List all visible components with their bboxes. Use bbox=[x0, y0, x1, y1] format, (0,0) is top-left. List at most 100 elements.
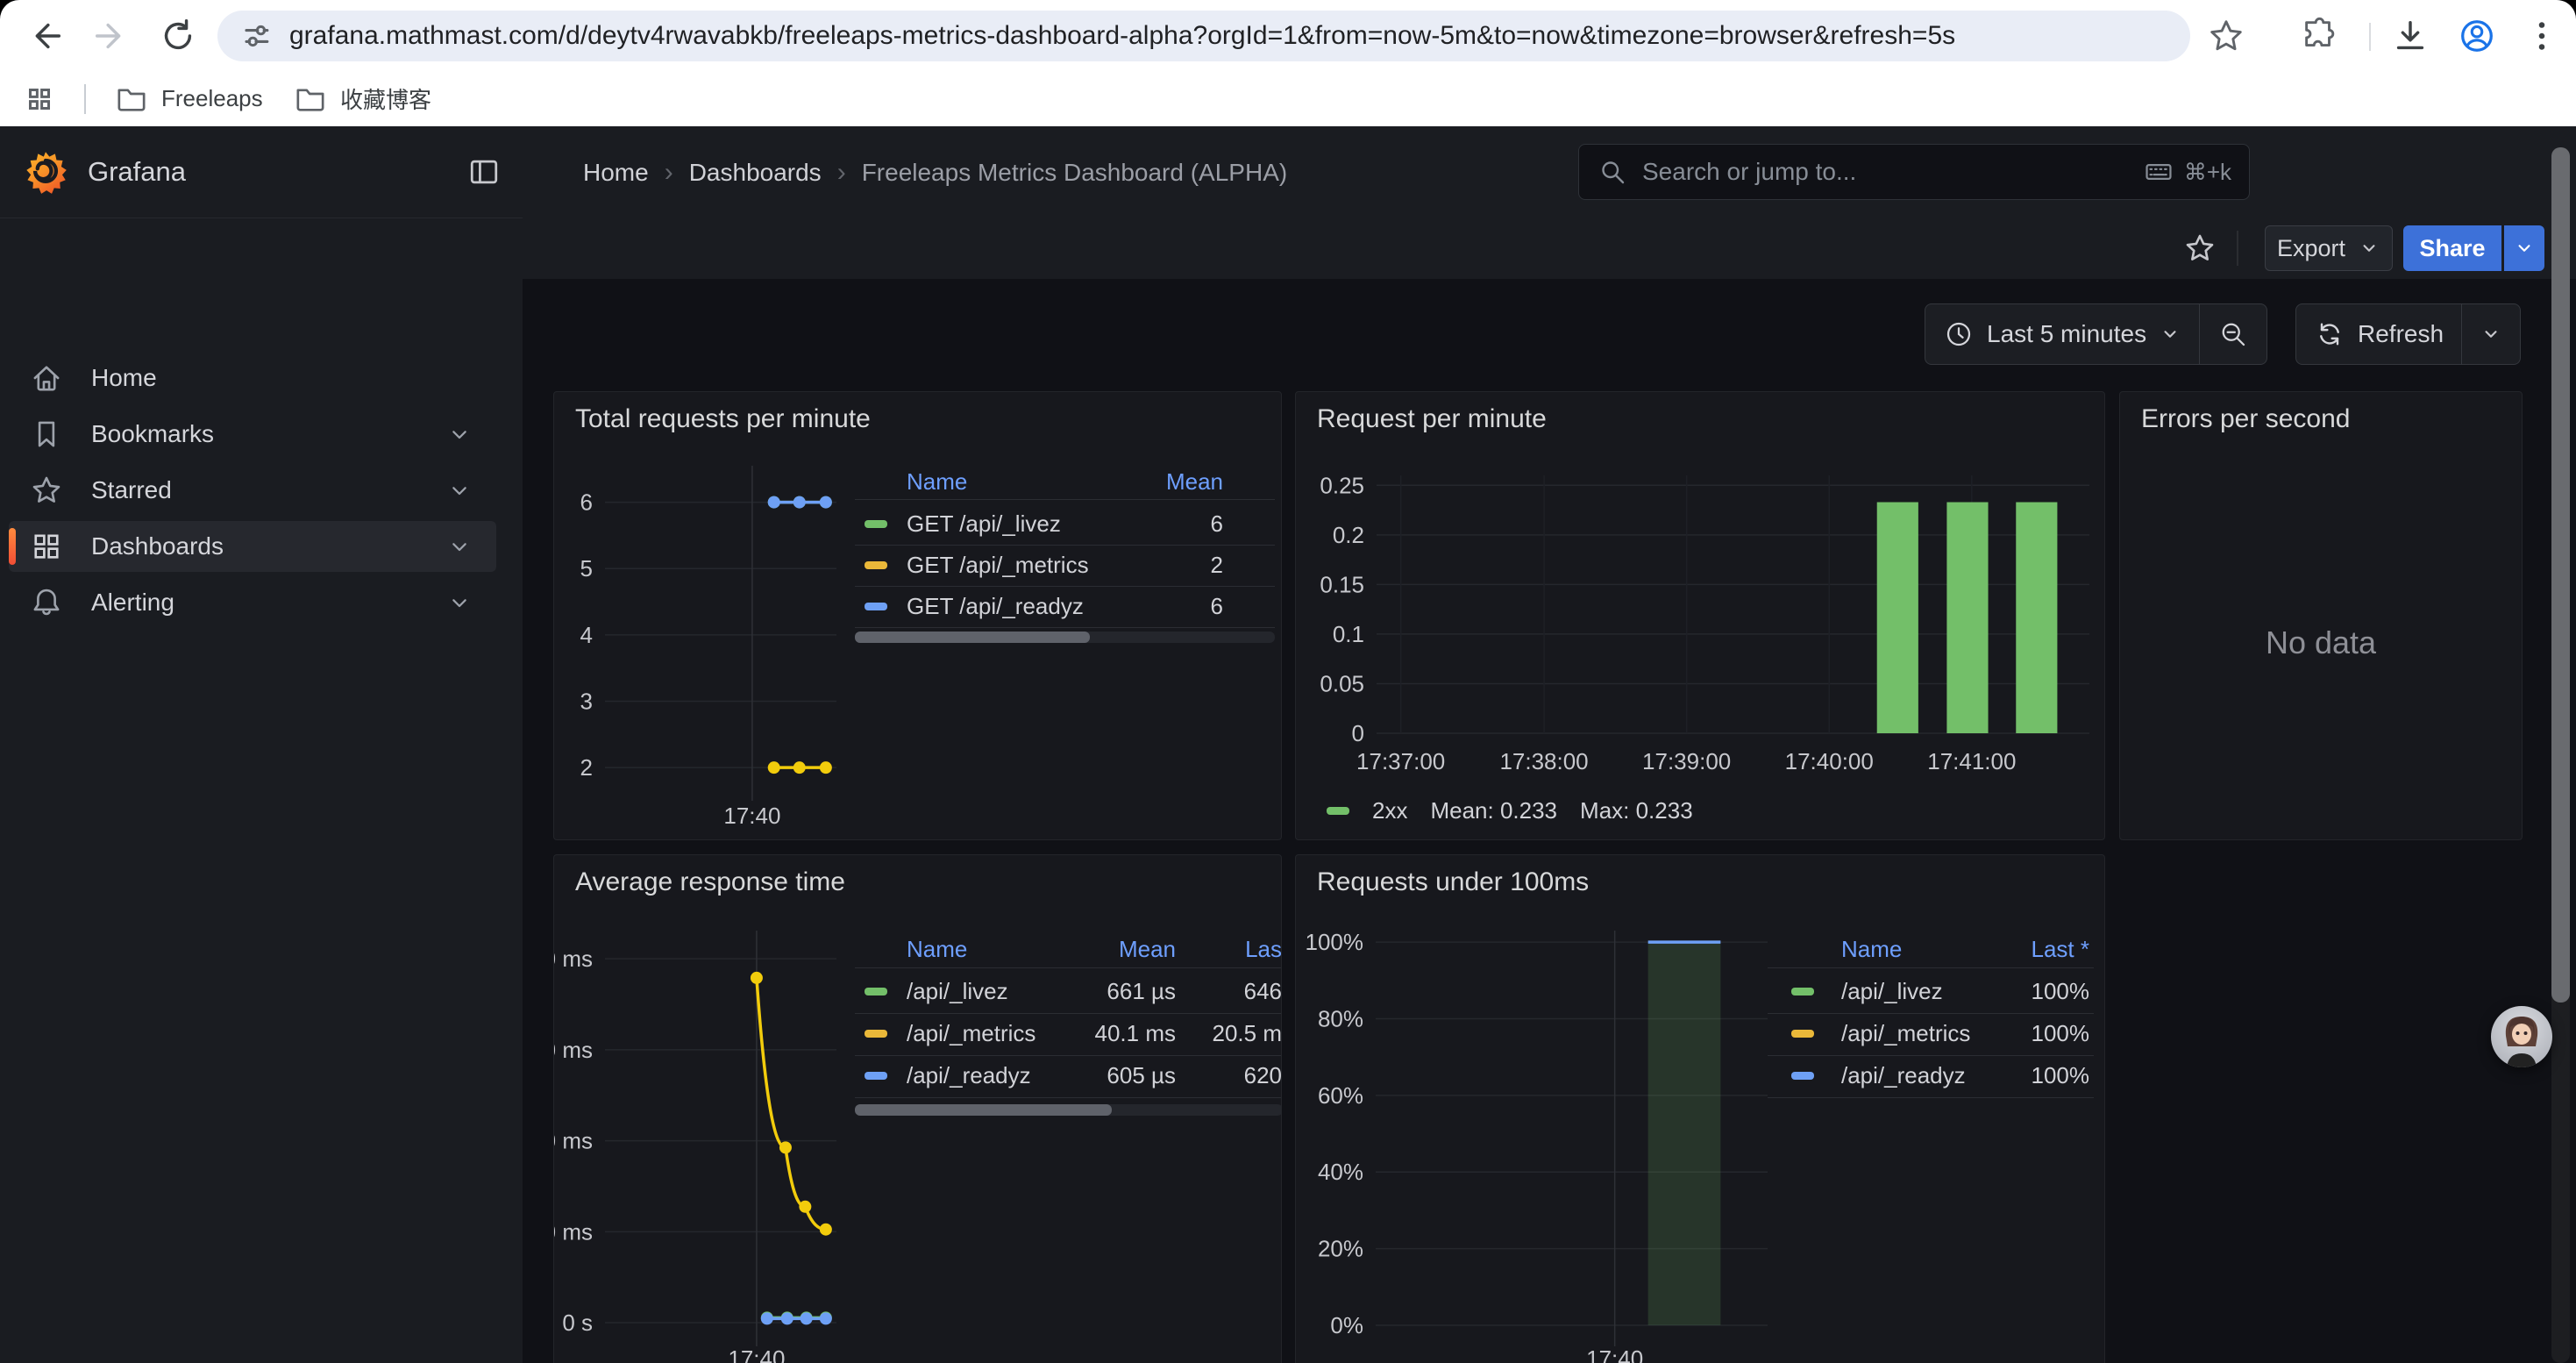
panel-request-per-minute[interactable]: Request per minute 0.250.20.150.10.05017… bbox=[1295, 391, 2105, 840]
sidebar-item-bookmarks[interactable]: Bookmarks bbox=[9, 409, 496, 460]
time-range-picker[interactable]: Last 5 minutes bbox=[1925, 304, 2199, 364]
favorite-star-icon[interactable] bbox=[2181, 230, 2218, 267]
download-icon[interactable] bbox=[2390, 16, 2430, 56]
legend-series-value: 6 bbox=[554, 510, 1223, 538]
legend-separator bbox=[855, 1013, 1282, 1014]
sidebar-item-starred[interactable]: Starred bbox=[9, 465, 496, 516]
time-range-control: Last 5 minutes bbox=[1925, 303, 2267, 365]
dashboards-icon bbox=[28, 528, 65, 565]
svg-text:0%: 0% bbox=[1330, 1312, 1363, 1338]
panel-errors-per-second[interactable]: Errors per second No data bbox=[2119, 391, 2523, 840]
breadcrumb-dashboards[interactable]: Dashboards bbox=[689, 159, 822, 187]
export-button[interactable]: Export bbox=[2265, 225, 2393, 271]
sidebar-item-alerting[interactable]: Alerting bbox=[9, 577, 496, 628]
svg-text:0.25: 0.25 bbox=[1320, 472, 1364, 498]
refresh-control: Refresh bbox=[2295, 303, 2521, 365]
refresh-icon bbox=[2314, 318, 2345, 350]
legend-series-value: 100% bbox=[1296, 1020, 2089, 1047]
legend-separator bbox=[855, 499, 1275, 500]
svg-text:2: 2 bbox=[580, 754, 593, 781]
legend-header-value[interactable]: Mean bbox=[554, 468, 1223, 496]
extensions-icon[interactable] bbox=[2299, 16, 2339, 56]
grafana-app: Grafana Home Bookmarks Starred Dashboar bbox=[0, 126, 2576, 1363]
zoom-out-button[interactable] bbox=[2200, 304, 2266, 364]
svg-text:40%: 40% bbox=[1318, 1159, 1363, 1185]
panel-title[interactable]: Errors per second bbox=[2141, 404, 2350, 434]
panel-title[interactable]: Requests under 100ms bbox=[1317, 867, 1589, 897]
legend-header-value[interactable]: Last * bbox=[1296, 936, 2089, 963]
chevron-down-icon bbox=[2358, 237, 2380, 260]
panel-title[interactable]: Total requests per minute bbox=[575, 404, 871, 434]
breadcrumb: Home › Dashboards › Freeleaps Metrics Da… bbox=[583, 158, 1287, 188]
bookmark-folder-freeleaps[interactable]: Freeleaps bbox=[114, 81, 263, 116]
svg-text:20 ms: 20 ms bbox=[554, 1218, 593, 1245]
sidebar-item-label: Alerting bbox=[91, 589, 174, 617]
dock-sidebar-icon[interactable] bbox=[465, 153, 503, 191]
dashboard-actions-bar: Export Share bbox=[523, 218, 2576, 280]
legend-scrollbar[interactable] bbox=[855, 632, 1275, 643]
legend-scrollbar[interactable] bbox=[855, 1104, 1282, 1116]
actions-divider bbox=[2237, 231, 2238, 266]
legend-separator bbox=[1768, 967, 2094, 968]
search-input[interactable]: Search or jump to... ⌘+k bbox=[1578, 144, 2250, 200]
share-button[interactable]: Share bbox=[2403, 225, 2501, 271]
sidebar-item-label: Starred bbox=[91, 476, 172, 504]
share-menu-button[interactable] bbox=[2504, 225, 2544, 271]
url-bar[interactable]: grafana.mathmast.com/d/deytv4rwavabkb/fr… bbox=[217, 11, 2190, 61]
forward-icon[interactable] bbox=[91, 16, 132, 56]
svg-text:17:40: 17:40 bbox=[728, 1345, 785, 1363]
svg-text:17:40: 17:40 bbox=[723, 803, 780, 829]
panel-requests-under-100ms[interactable]: Requests under 100ms 100%80%60%40%20%0%1… bbox=[1295, 854, 2105, 1363]
svg-text:17:37:00: 17:37:00 bbox=[1356, 748, 1445, 774]
chevron-down-icon[interactable] bbox=[445, 420, 473, 448]
star-icon bbox=[28, 472, 65, 509]
sidebar: Grafana Home Bookmarks Starred Dashboar bbox=[0, 126, 523, 1363]
panel-legend[interactable]: 2xxMean: 0.233Max: 0.233 bbox=[1327, 797, 1693, 824]
panel-average-response-time[interactable]: Average response time 80 ms60 ms40 ms20 … bbox=[553, 854, 1282, 1363]
legend-separator bbox=[855, 627, 1275, 628]
home-icon bbox=[28, 360, 65, 396]
grafana-logo-icon[interactable] bbox=[23, 149, 68, 195]
bookmark-label: Freeleaps bbox=[161, 85, 263, 112]
keyboard-icon bbox=[2142, 155, 2175, 189]
girl-avatar-icon bbox=[2491, 1006, 2552, 1067]
url-text[interactable]: grafana.mathmast.com/d/deytv4rwavabkb/fr… bbox=[289, 21, 1955, 51]
bookmark-star-icon[interactable] bbox=[2206, 16, 2246, 56]
no-data-text: No data bbox=[2120, 624, 2522, 661]
svg-text:0.2: 0.2 bbox=[1333, 522, 1364, 548]
breadcrumb-home[interactable]: Home bbox=[583, 159, 649, 187]
apps-grid-icon[interactable] bbox=[21, 81, 58, 118]
sidebar-item-dashboards[interactable]: Dashboards bbox=[9, 521, 496, 572]
svg-text:4: 4 bbox=[580, 622, 593, 648]
chevron-down-icon[interactable] bbox=[445, 589, 473, 617]
sidebar-item-home[interactable]: Home bbox=[9, 353, 496, 403]
legend-series-value: 20.5 m bbox=[554, 1020, 1282, 1047]
panel-total-requests-per-minute[interactable]: Total requests per minute 6543217:40Name… bbox=[553, 391, 1282, 840]
reload-icon[interactable] bbox=[158, 16, 198, 56]
active-indicator bbox=[9, 528, 16, 565]
svg-text:17:41:00: 17:41:00 bbox=[1927, 748, 2016, 774]
refresh-label: Refresh bbox=[2358, 320, 2444, 348]
refresh-button[interactable]: Refresh bbox=[2296, 304, 2461, 364]
legend-separator bbox=[855, 545, 1275, 546]
refresh-interval-button[interactable] bbox=[2462, 304, 2520, 364]
legend-series-value: 646 bbox=[554, 978, 1282, 1005]
page-scrollbar-thumb[interactable] bbox=[2551, 147, 2570, 1003]
assistant-avatar[interactable] bbox=[2491, 1006, 2552, 1067]
chevron-down-icon[interactable] bbox=[445, 532, 473, 560]
site-settings-icon[interactable] bbox=[237, 17, 275, 55]
bookmark-folder-blogs[interactable]: 收藏博客 bbox=[293, 81, 431, 116]
profile-icon[interactable] bbox=[2457, 16, 2497, 56]
panel-title[interactable]: Request per minute bbox=[1317, 404, 1547, 434]
panel-title[interactable]: Average response time bbox=[575, 867, 845, 897]
back-icon[interactable] bbox=[25, 16, 65, 56]
svg-text:0.1: 0.1 bbox=[1333, 621, 1364, 647]
legend-header-value[interactable]: Las bbox=[554, 936, 1282, 963]
toolbar-divider bbox=[2369, 23, 2371, 51]
chevron-down-icon[interactable] bbox=[445, 476, 473, 504]
breadcrumb-separator: › bbox=[649, 158, 689, 188]
svg-text:40 ms: 40 ms bbox=[554, 1128, 593, 1154]
legend-separator bbox=[855, 1097, 1282, 1098]
browser-menu-icon[interactable] bbox=[2522, 16, 2562, 56]
legend-separator bbox=[1768, 1055, 2094, 1056]
